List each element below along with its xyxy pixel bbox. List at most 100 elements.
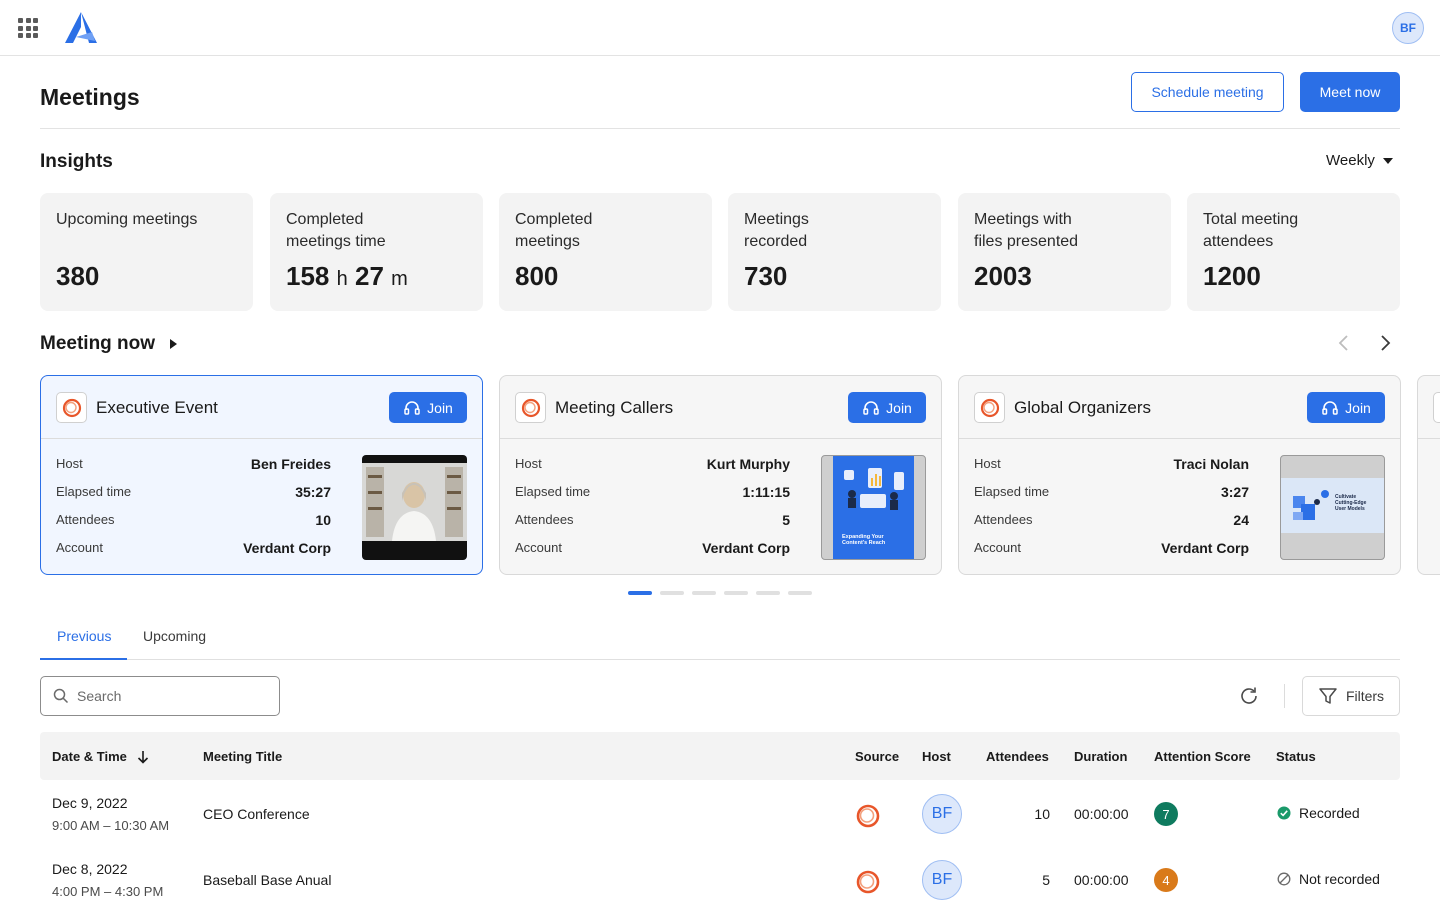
th-attention-score[interactable]: Attention Score xyxy=(1154,749,1251,764)
tab-upcoming[interactable]: Upcoming xyxy=(143,628,206,644)
row-duration: 00:00:00 xyxy=(1074,806,1129,822)
video-thumbnail[interactable] xyxy=(362,455,467,560)
pagination-dot[interactable] xyxy=(756,591,780,595)
status-label: Recorded xyxy=(1299,805,1360,821)
th-host[interactable]: Host xyxy=(922,749,951,764)
meeting-card-title: Executive Event xyxy=(96,398,218,417)
th-datetime-label: Date & Time xyxy=(52,749,127,764)
th-source[interactable]: Source xyxy=(855,749,899,764)
pagination-dot[interactable] xyxy=(660,591,684,595)
meeting-card[interactable]: Meeting Callers Join Host Kurt Murphy Ela… xyxy=(499,375,942,575)
pagination-dot[interactable] xyxy=(692,591,716,595)
host-row: Host Ben Freides xyxy=(56,456,331,472)
meeting-now-title[interactable]: Meeting now xyxy=(40,333,155,355)
tab-previous[interactable]: Previous xyxy=(57,628,111,644)
account-label: Account xyxy=(56,540,103,555)
elapsed-value: 35:27 xyxy=(295,484,331,500)
stat-completed-meetings: Completed meetings 800 xyxy=(499,193,712,311)
search-box[interactable] xyxy=(40,676,280,716)
tabs-divider xyxy=(40,659,1400,660)
attendees-value: 10 xyxy=(315,512,331,528)
host-avatar[interactable]: BF xyxy=(922,860,962,900)
stat-value: 158 h 27 m xyxy=(286,261,467,292)
app-launcher-icon[interactable] xyxy=(18,18,38,38)
source-icon xyxy=(56,392,87,423)
elapsed-label: Elapsed time xyxy=(974,484,1050,499)
caret-right-icon[interactable] xyxy=(170,339,177,349)
chevron-right-icon[interactable] xyxy=(1375,333,1395,353)
source-icon xyxy=(856,804,880,828)
slide-text: Cultivate Cutting-Edge User Models xyxy=(1335,494,1367,512)
th-title[interactable]: Meeting Title xyxy=(203,749,282,764)
row-title[interactable]: CEO Conference xyxy=(203,806,310,822)
search-input[interactable] xyxy=(77,688,257,704)
meeting-card[interactable]: Global Organizers Join Host Traci Nolan E… xyxy=(958,375,1401,575)
stat-label: Upcoming meetings xyxy=(56,211,198,228)
host-value: Kurt Murphy xyxy=(706,456,790,472)
stat-label: Meetings recorded xyxy=(744,211,809,250)
check-circle-icon xyxy=(1277,806,1291,820)
slide-thumbnail[interactable]: Cultivate Cutting-Edge User Models xyxy=(1280,455,1385,560)
row-attendees: 5 xyxy=(1042,872,1050,888)
stat-meetings-recorded: Meetings recorded 730 xyxy=(728,193,941,311)
meeting-card-partial[interactable] xyxy=(1417,375,1440,575)
host-avatar[interactable]: BF xyxy=(922,794,962,834)
meet-now-button[interactable]: Meet now xyxy=(1300,72,1400,112)
account-row: Account Verdant Corp xyxy=(515,540,790,556)
stat-hours: 158 xyxy=(286,261,330,291)
account-value: Verdant Corp xyxy=(1161,540,1249,556)
pagination-dot[interactable] xyxy=(628,591,652,595)
stat-minutes-unit: m xyxy=(391,268,408,290)
headset-icon xyxy=(863,400,879,415)
carousel-pagination xyxy=(628,591,812,595)
stat-label: Completed meetings xyxy=(515,211,593,250)
account-row: Account Verdant Corp xyxy=(56,540,331,556)
active-tab-indicator xyxy=(40,658,127,660)
schedule-meeting-button[interactable]: Schedule meeting xyxy=(1131,72,1284,112)
filters-button[interactable]: Filters xyxy=(1302,676,1400,716)
row-time: 4:00 PM – 4:30 PM xyxy=(52,884,164,899)
row-date: Dec 9, 2022 xyxy=(52,795,128,811)
th-status[interactable]: Status xyxy=(1276,749,1316,764)
attendees-label: Attendees xyxy=(974,512,1033,527)
stat-minutes: 27 xyxy=(354,261,384,291)
host-row: Host Kurt Murphy xyxy=(515,456,790,472)
th-attendees[interactable]: Attendees xyxy=(986,749,1049,764)
th-duration[interactable]: Duration xyxy=(1074,749,1127,764)
sort-arrow-down-icon xyxy=(137,750,148,764)
row-date: Dec 8, 2022 xyxy=(52,861,128,877)
chevron-left-icon[interactable] xyxy=(1334,333,1354,353)
stat-hours-unit: h xyxy=(336,268,348,290)
brand-logo-icon[interactable] xyxy=(62,10,100,46)
elapsed-label: Elapsed time xyxy=(56,484,132,499)
refresh-icon[interactable] xyxy=(1238,685,1260,707)
user-avatar[interactable]: BF xyxy=(1392,12,1424,44)
account-label: Account xyxy=(515,540,562,555)
host-row: Host Traci Nolan xyxy=(974,456,1249,472)
attendees-value: 5 xyxy=(782,512,790,528)
table-row[interactable]: Dec 8, 2022 4:00 PM – 4:30 PM Baseball B… xyxy=(40,847,1400,900)
row-title[interactable]: Baseball Base Anual xyxy=(203,872,331,888)
pagination-dot[interactable] xyxy=(788,591,812,595)
account-value: Verdant Corp xyxy=(702,540,790,556)
stat-value: 2003 xyxy=(974,261,1032,291)
not-recorded-icon xyxy=(1277,872,1291,886)
stat-label: Meetings with files presented xyxy=(974,211,1079,250)
elapsed-row: Elapsed time 35:27 xyxy=(56,484,331,500)
table-row[interactable]: Dec 9, 2022 9:00 AM – 10:30 AM CEO Confe… xyxy=(40,781,1400,847)
join-button[interactable]: Join xyxy=(389,392,467,423)
stat-total-attendees: Total meeting attendees 1200 xyxy=(1187,193,1400,311)
join-button[interactable]: Join xyxy=(1307,392,1385,423)
status-label: Not recorded xyxy=(1299,871,1380,887)
meeting-card[interactable]: Executive Event Join Host Ben Freides Ela… xyxy=(40,375,483,575)
th-datetime[interactable]: Date & Time xyxy=(52,749,149,764)
host-label: Host xyxy=(56,456,83,471)
attendees-label: Attendees xyxy=(515,512,574,527)
join-button[interactable]: Join xyxy=(848,392,926,423)
pagination-dot[interactable] xyxy=(724,591,748,595)
meeting-card-title: Meeting Callers xyxy=(555,398,674,417)
filter-icon xyxy=(1319,688,1337,704)
host-label: Host xyxy=(974,456,1001,471)
slide-thumbnail[interactable]: Expanding Your Content's Reach xyxy=(821,455,926,560)
period-dropdown[interactable]: Weekly xyxy=(1326,152,1393,169)
